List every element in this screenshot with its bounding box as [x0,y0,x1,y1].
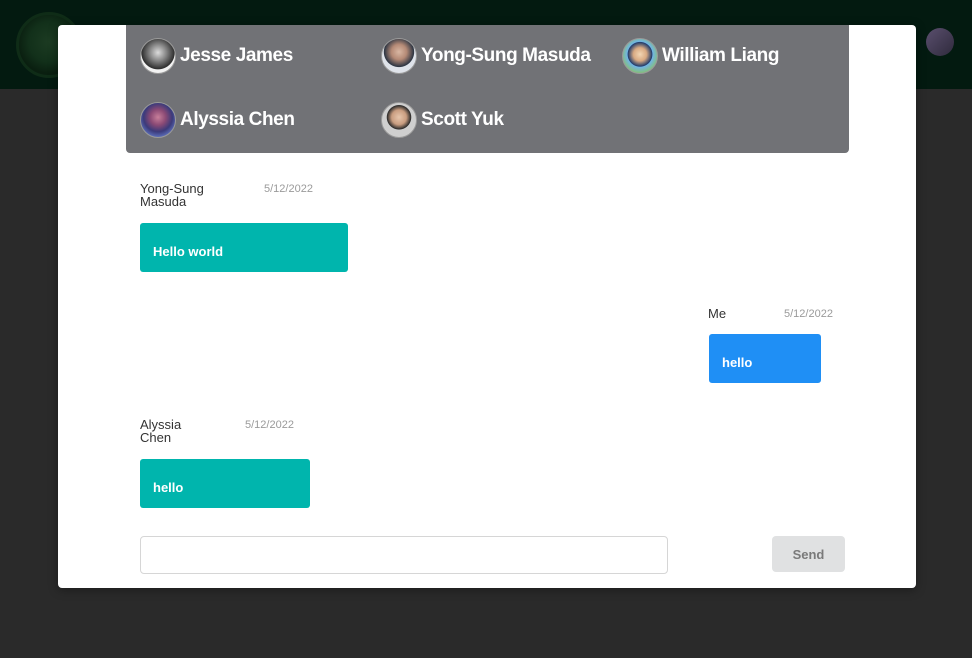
chat-members-bar: Jesse James Yong-Sung Masuda William Lia… [126,25,849,153]
message-author: Alyssia Chen [140,417,182,445]
member-yong-sung-masuda[interactable]: Yong-Sung Masuda [381,38,591,74]
message-bubble: hello [140,459,310,508]
member-scott-yuk[interactable]: Scott Yuk [381,102,504,138]
message-bubble: hello [709,334,821,383]
member-jesse-james[interactable]: Jesse James [140,38,293,74]
message-author: Me [708,306,727,321]
avatar-icon [381,38,417,74]
message-author: Yong-Sung Masuda [140,181,204,209]
message-date: 5/12/2022 [245,419,294,431]
member-name: Yong-Sung Masuda [421,45,591,66]
member-name: Scott Yuk [421,109,504,130]
member-name: Jesse James [180,45,293,66]
message-date: 5/12/2022 [784,308,833,320]
member-name: Alyssia Chen [180,109,295,130]
message-input[interactable] [140,536,668,574]
avatar-icon [622,38,658,74]
avatar-icon [140,102,176,138]
avatar-icon [140,38,176,74]
chat-modal: Jesse James Yong-Sung Masuda William Lia… [58,25,916,588]
user-avatar [926,28,954,56]
member-william-liang[interactable]: William Liang [622,38,779,74]
member-alyssia-chen[interactable]: Alyssia Chen [140,102,295,138]
message-bubble: Hello world [140,223,348,272]
message-date: 5/12/2022 [264,183,313,195]
send-button[interactable]: Send [772,536,845,572]
member-name: William Liang [662,45,780,66]
avatar-icon [381,102,417,138]
